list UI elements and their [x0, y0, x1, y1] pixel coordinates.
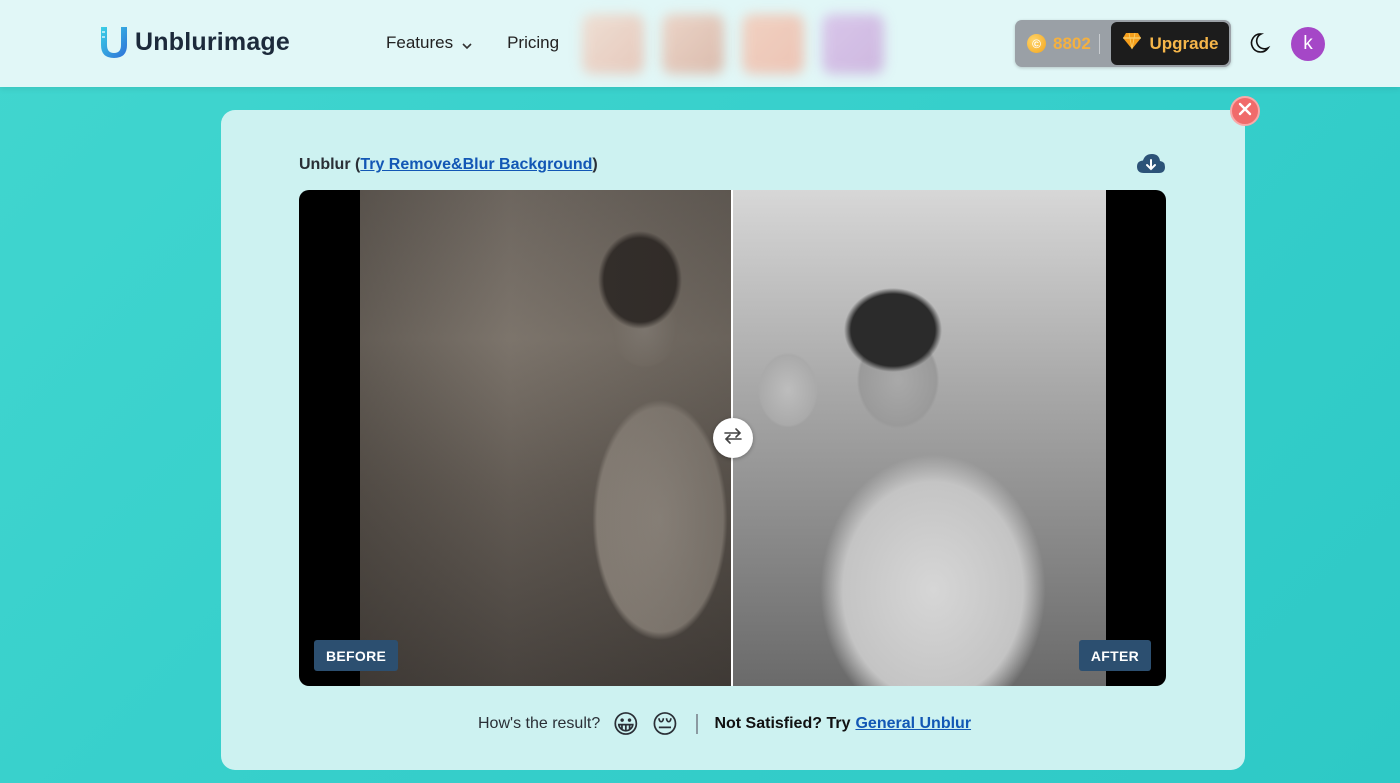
thumbnail[interactable] [582, 14, 644, 74]
logo[interactable]: Unblurimage [99, 25, 290, 59]
title-prefix: Unblur ( [299, 156, 361, 173]
nav-pricing[interactable]: Pricing [507, 33, 559, 53]
title-suffix: ) [592, 156, 598, 173]
feedback-question: How's the result? [478, 715, 601, 732]
not-satisfied-text: Not Satisfied? Try [714, 715, 851, 732]
cloud-download-icon[interactable] [1136, 153, 1166, 177]
feedback-divider [696, 714, 699, 734]
upgrade-label: Upgrade [1149, 33, 1219, 53]
before-tag: BEFORE [314, 640, 399, 671]
thumbnail[interactable] [662, 14, 724, 74]
moon-icon[interactable] [1247, 31, 1271, 55]
before-image [360, 190, 733, 686]
happy-emoji-button[interactable]: 😀 [612, 711, 639, 737]
remove-blur-background-link[interactable]: Try Remove&Blur Background [360, 156, 592, 173]
feedback-row: How's the result? 😀 😔 Not Satisfied? Try… [478, 708, 971, 740]
close-icon [1238, 102, 1252, 121]
coin-icon: © [1027, 34, 1046, 53]
avatar-initial: k [1303, 33, 1313, 54]
logo-icon [99, 25, 129, 59]
main-nav: Features Pricing [386, 33, 559, 53]
before-after-comparison[interactable]: BEFORE AFTER [299, 190, 1166, 686]
swap-arrows-icon [722, 426, 744, 451]
thumbnail[interactable] [822, 14, 884, 74]
diamond-icon [1122, 32, 1142, 55]
after-image [733, 190, 1106, 686]
blurred-thumbnails [582, 14, 902, 74]
sad-emoji-button[interactable]: 😔 [651, 711, 678, 737]
swap-handle[interactable] [713, 418, 753, 458]
after-tag: AFTER [1078, 640, 1151, 671]
credits-count: 8802 [1053, 33, 1091, 53]
nav-pricing-label: Pricing [507, 33, 560, 52]
modal-title: Unblur (Try Remove&Blur Background) [299, 156, 598, 174]
top-header: Unblurimage Features Pricing © 8802 Upgr… [0, 0, 1400, 87]
avatar[interactable]: k [1291, 27, 1325, 61]
chevron-down-icon [461, 37, 473, 50]
upgrade-button[interactable]: Upgrade [1111, 22, 1229, 65]
credits-divider [1098, 33, 1100, 54]
nav-features[interactable]: Features [386, 33, 473, 53]
nav-features-label: Features [386, 33, 454, 52]
credits-box: © 8802 Upgrade [1015, 20, 1231, 67]
general-unblur-link[interactable]: General Unblur [855, 715, 971, 733]
thumbnail[interactable] [742, 14, 804, 74]
close-button[interactable] [1230, 96, 1260, 126]
logo-text: Unblurimage [135, 27, 290, 56]
